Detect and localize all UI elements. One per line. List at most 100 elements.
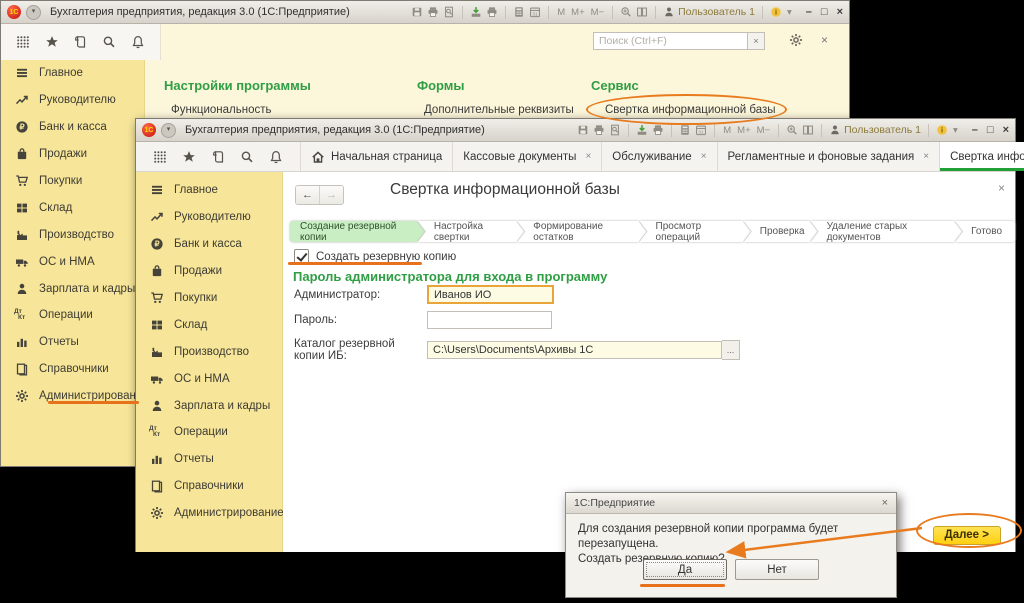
main-menu-icon[interactable] <box>153 150 167 164</box>
sidebar-item-sklad[interactable]: Склад <box>136 311 282 338</box>
sidebar-item-spravochniki[interactable]: Справочники <box>1 356 144 383</box>
search-icon[interactable] <box>240 150 254 164</box>
settings-gear-icon[interactable] <box>789 33 803 47</box>
calculator-icon[interactable] <box>513 6 525 18</box>
sidebar-item-spravochniki[interactable]: Справочники <box>136 473 282 500</box>
tab-obsluzhivanie[interactable]: Обслуживание × <box>602 142 717 171</box>
sidebar-item-zarplata-i-kadry[interactable]: Зарплата и кадры <box>1 275 144 302</box>
step-settings[interactable]: Настройка свертки <box>418 221 524 242</box>
password-input[interactable] <box>427 311 552 329</box>
system-menu-button[interactable]: ▾ <box>26 5 41 20</box>
sidebar-item-prodazhi[interactable]: Продажи <box>136 258 282 285</box>
close-tab-icon[interactable]: × <box>585 151 591 162</box>
sidebar-item-rukovoditelyu[interactable]: Руководителю <box>136 204 282 231</box>
sidebar-item-proizvodstvo[interactable]: Производство <box>136 338 282 365</box>
info-icon[interactable] <box>770 6 782 18</box>
dialog-close-icon[interactable]: × <box>882 497 888 509</box>
close-button[interactable]: × <box>1003 124 1009 136</box>
sidebar-item-sklad[interactable]: Склад <box>1 194 144 221</box>
current-user[interactable]: Пользователь 1 <box>829 124 921 136</box>
caret-down-icon[interactable]: ▾ <box>952 125 959 136</box>
tab-svertka-bazy[interactable]: Свертка информационной базы × <box>940 142 1024 171</box>
zoom-icon[interactable] <box>620 6 632 18</box>
next-button[interactable]: Далее > <box>933 526 1001 545</box>
favorites-star-icon[interactable] <box>45 35 59 49</box>
menu-link-funkcionalnost[interactable]: Функциональность <box>171 104 311 116</box>
sidebar-item-prodazhi[interactable]: Продажи <box>1 141 144 168</box>
memory-minus-button[interactable]: М− <box>590 7 605 18</box>
favorites-star-icon[interactable] <box>182 150 196 164</box>
sidebar-item-otchety[interactable]: Отчеты <box>1 329 144 356</box>
sidebar-item-bank-i-kassa[interactable]: Банк и касса <box>1 114 144 141</box>
memory-minus-button[interactable]: М− <box>756 125 771 136</box>
print-preview-icon[interactable] <box>443 6 455 18</box>
step-backup[interactable]: Создание резервной копии <box>290 221 425 242</box>
calendar-icon[interactable] <box>695 124 707 136</box>
step-balances[interactable]: Формирование остатков <box>517 221 646 242</box>
tab-reglamentnye-zadaniya[interactable]: Регламентные и фоновые задания × <box>718 142 941 171</box>
menu-link-dop-rekvizity[interactable]: Дополнительные реквизиты <box>424 104 574 116</box>
minimize-button[interactable]: – <box>806 6 812 18</box>
sidebar-item-operacii[interactable]: ДтКтОперации <box>136 419 282 446</box>
calendar-icon[interactable] <box>529 6 541 18</box>
sidebar-item-rukovoditelyu[interactable]: Руководителю <box>1 87 144 114</box>
memory-button[interactable]: М <box>556 7 566 18</box>
search-input[interactable] <box>593 32 747 50</box>
catalog-input[interactable] <box>427 341 722 359</box>
current-user[interactable]: Пользователь 1 <box>663 6 755 18</box>
sidebar-item-zarplata-i-kadry[interactable]: Зарплата и кадры <box>136 392 282 419</box>
print-icon[interactable] <box>593 124 605 136</box>
memory-button[interactable]: М <box>722 125 732 136</box>
caret-down-icon[interactable]: ▾ <box>786 7 793 18</box>
zoom-icon[interactable] <box>786 124 798 136</box>
sidebar-item-proizvodstvo[interactable]: Производство <box>1 221 144 248</box>
notifications-bell-icon[interactable] <box>269 150 283 164</box>
quick-print-icon[interactable] <box>486 6 498 18</box>
step-check[interactable]: Проверка <box>744 221 818 242</box>
clear-search-button[interactable]: × <box>747 32 765 50</box>
quick-print-icon[interactable] <box>652 124 664 136</box>
minimize-button[interactable]: – <box>972 124 978 136</box>
sidebar-item-os-i-nma[interactable]: ОС и НМА <box>136 365 282 392</box>
sidebar-item-pokupki[interactable]: Покупки <box>136 285 282 312</box>
close-panel-icon[interactable]: × <box>821 33 828 47</box>
calculator-icon[interactable] <box>679 124 691 136</box>
split-view-icon[interactable] <box>802 124 814 136</box>
sidebar-item-operacii[interactable]: ДтКтОперации <box>1 302 144 329</box>
sidebar-item-otchety[interactable]: Отчеты <box>136 446 282 473</box>
info-icon[interactable] <box>936 124 948 136</box>
notifications-bell-icon[interactable] <box>131 35 145 49</box>
browse-button[interactable]: ... <box>722 340 740 360</box>
history-icon[interactable] <box>211 150 225 164</box>
split-view-icon[interactable] <box>636 6 648 18</box>
step-operations[interactable]: Просмотр операций <box>640 221 751 242</box>
save-icon[interactable] <box>577 124 589 136</box>
admin-input[interactable] <box>427 285 554 304</box>
sidebar-item-os-i-nma[interactable]: ОС и НМА <box>1 248 144 275</box>
memory-plus-button[interactable]: М+ <box>736 125 751 136</box>
save-icon[interactable] <box>411 6 423 18</box>
sidebar-item-administrirovanie[interactable]: Администрирование <box>1 383 144 410</box>
memory-plus-button[interactable]: М+ <box>570 7 585 18</box>
menu-link-svertka[interactable]: Свертка информационной базы <box>605 104 776 116</box>
main-menu-icon[interactable] <box>16 35 30 49</box>
step-done[interactable]: Готово <box>955 221 1015 242</box>
sidebar-item-glavnoe[interactable]: Главное <box>1 60 144 87</box>
step-delete-old[interactable]: Удаление старых документов <box>811 221 963 242</box>
yes-button[interactable]: Да <box>643 559 727 580</box>
tab-home[interactable]: Начальная страница <box>301 142 453 171</box>
no-button[interactable]: Нет <box>735 559 819 580</box>
maximize-button[interactable]: □ <box>821 6 828 18</box>
import-icon[interactable] <box>636 124 648 136</box>
print-preview-icon[interactable] <box>609 124 621 136</box>
sidebar-item-bank-i-kassa[interactable]: Банк и касса <box>136 231 282 258</box>
close-tab-icon[interactable]: × <box>923 151 929 162</box>
sidebar-item-pokupki[interactable]: Покупки <box>1 168 144 195</box>
tab-kassovye-dokumenty[interactable]: Кассовые документы × <box>453 142 602 171</box>
close-button[interactable]: × <box>837 6 843 18</box>
print-icon[interactable] <box>427 6 439 18</box>
sidebar-item-glavnoe[interactable]: Главное <box>136 177 282 204</box>
close-page-icon[interactable]: × <box>998 181 1005 195</box>
back-arrow-button[interactable]: ← <box>296 186 319 204</box>
system-menu-button[interactable]: ▾ <box>161 123 176 138</box>
